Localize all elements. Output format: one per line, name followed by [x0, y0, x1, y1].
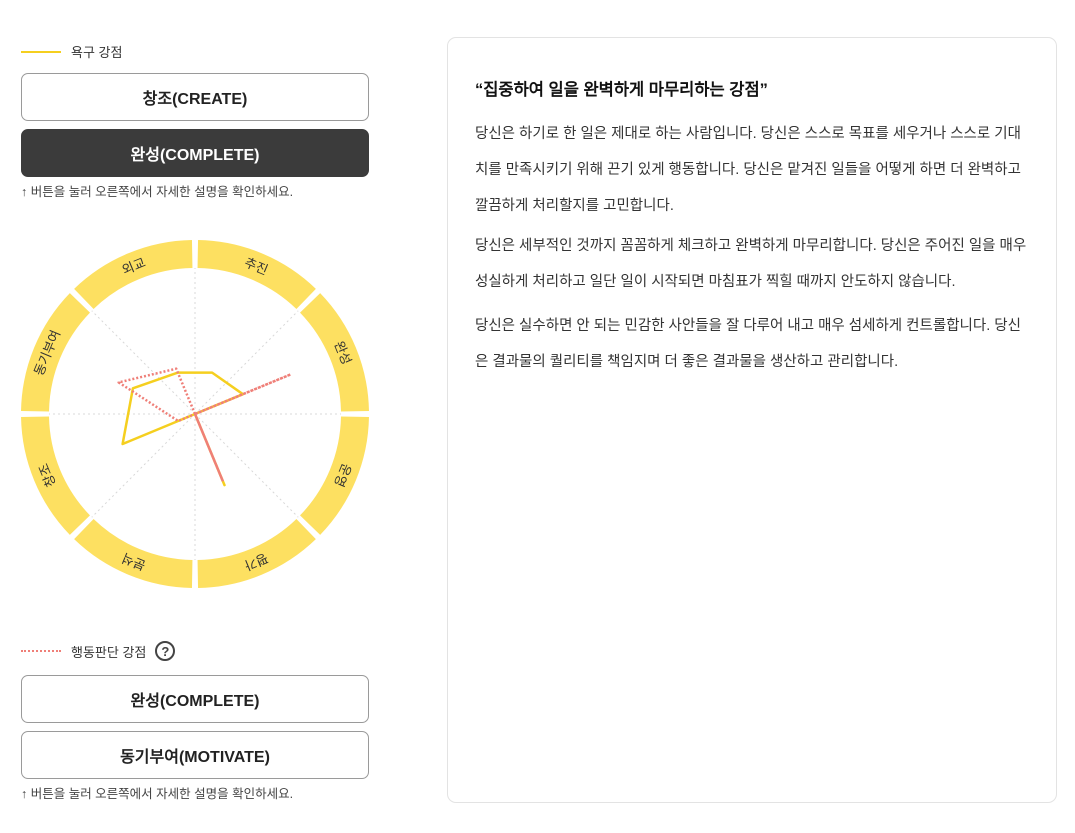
detail-paragraph: 당신은 실수하면 안 되는 민감한 사안들을 잘 다루어 내고 매우 섬세하게 … — [475, 318, 1021, 370]
arrow-up-icon: ↑ — [21, 185, 28, 199]
ring-segment — [21, 416, 90, 535]
desire-hint: ↑ 버튼을 눌러 오른쪽에서 자세한 설명을 확인하세요. — [21, 181, 293, 200]
help-icon[interactable]: ? — [155, 641, 176, 661]
detail-paragraph: 당신은 하기로 한 일은 제대로 하는 사람입니다. 당신은 스스로 목표를 세… — [475, 126, 1021, 214]
desire-legend: 욕구 강점 — [21, 42, 122, 61]
ring-segment — [300, 416, 369, 535]
behavior-complete-button[interactable]: 완성(COMPLETE) — [21, 675, 369, 723]
behavior-legend: 행동판단 강점 ? — [21, 641, 176, 661]
behavior-legend-label: 행동판단 강점 — [71, 644, 147, 660]
desire-legend-label: 욕구 강점 — [71, 45, 123, 60]
grid-spoke — [91, 413, 196, 518]
behavior-hint: ↑ 버튼을 눌러 오른쪽에서 자세한 설명을 확인하세요. — [21, 783, 293, 802]
complete-button[interactable]: 완성(COMPLETE) — [21, 129, 369, 177]
behavior-hint-text: 버튼을 눌러 오른쪽에서 자세한 설명을 확인하세요. — [30, 787, 294, 801]
detail-panel: “집중하여 일을 완벽하게 마무리하는 강점” 당신은 하기로 한 일은 제대로… — [447, 37, 1057, 803]
grid-spoke — [194, 310, 299, 415]
left-column: 욕구 강점 창조(CREATE) 완성(COMPLETE) ↑ 버튼을 눌러 오… — [21, 0, 369, 833]
desire-hint-text: 버튼을 눌러 오른쪽에서 자세한 설명을 확인하세요. — [30, 185, 294, 199]
behavior-legend-line — [21, 650, 61, 652]
motivate-button[interactable]: 동기부여(MOTIVATE) — [21, 731, 369, 779]
radar-chart: 추진완성운영평가분석창조동기부여외교 — [21, 240, 369, 588]
arrow-up-icon: ↑ — [21, 787, 28, 801]
detail-title: “집중하여 일을 완벽하게 마무리하는 강점” — [475, 81, 768, 99]
grid-spoke — [194, 413, 299, 518]
desire-legend-line — [21, 50, 61, 53]
detail-paragraph: 당신은 세부적인 것까지 꼼꼼하게 체크하고 완벽하게 마무리합니다. 당신은 … — [475, 238, 1027, 290]
create-button[interactable]: 창조(CREATE) — [21, 73, 369, 121]
